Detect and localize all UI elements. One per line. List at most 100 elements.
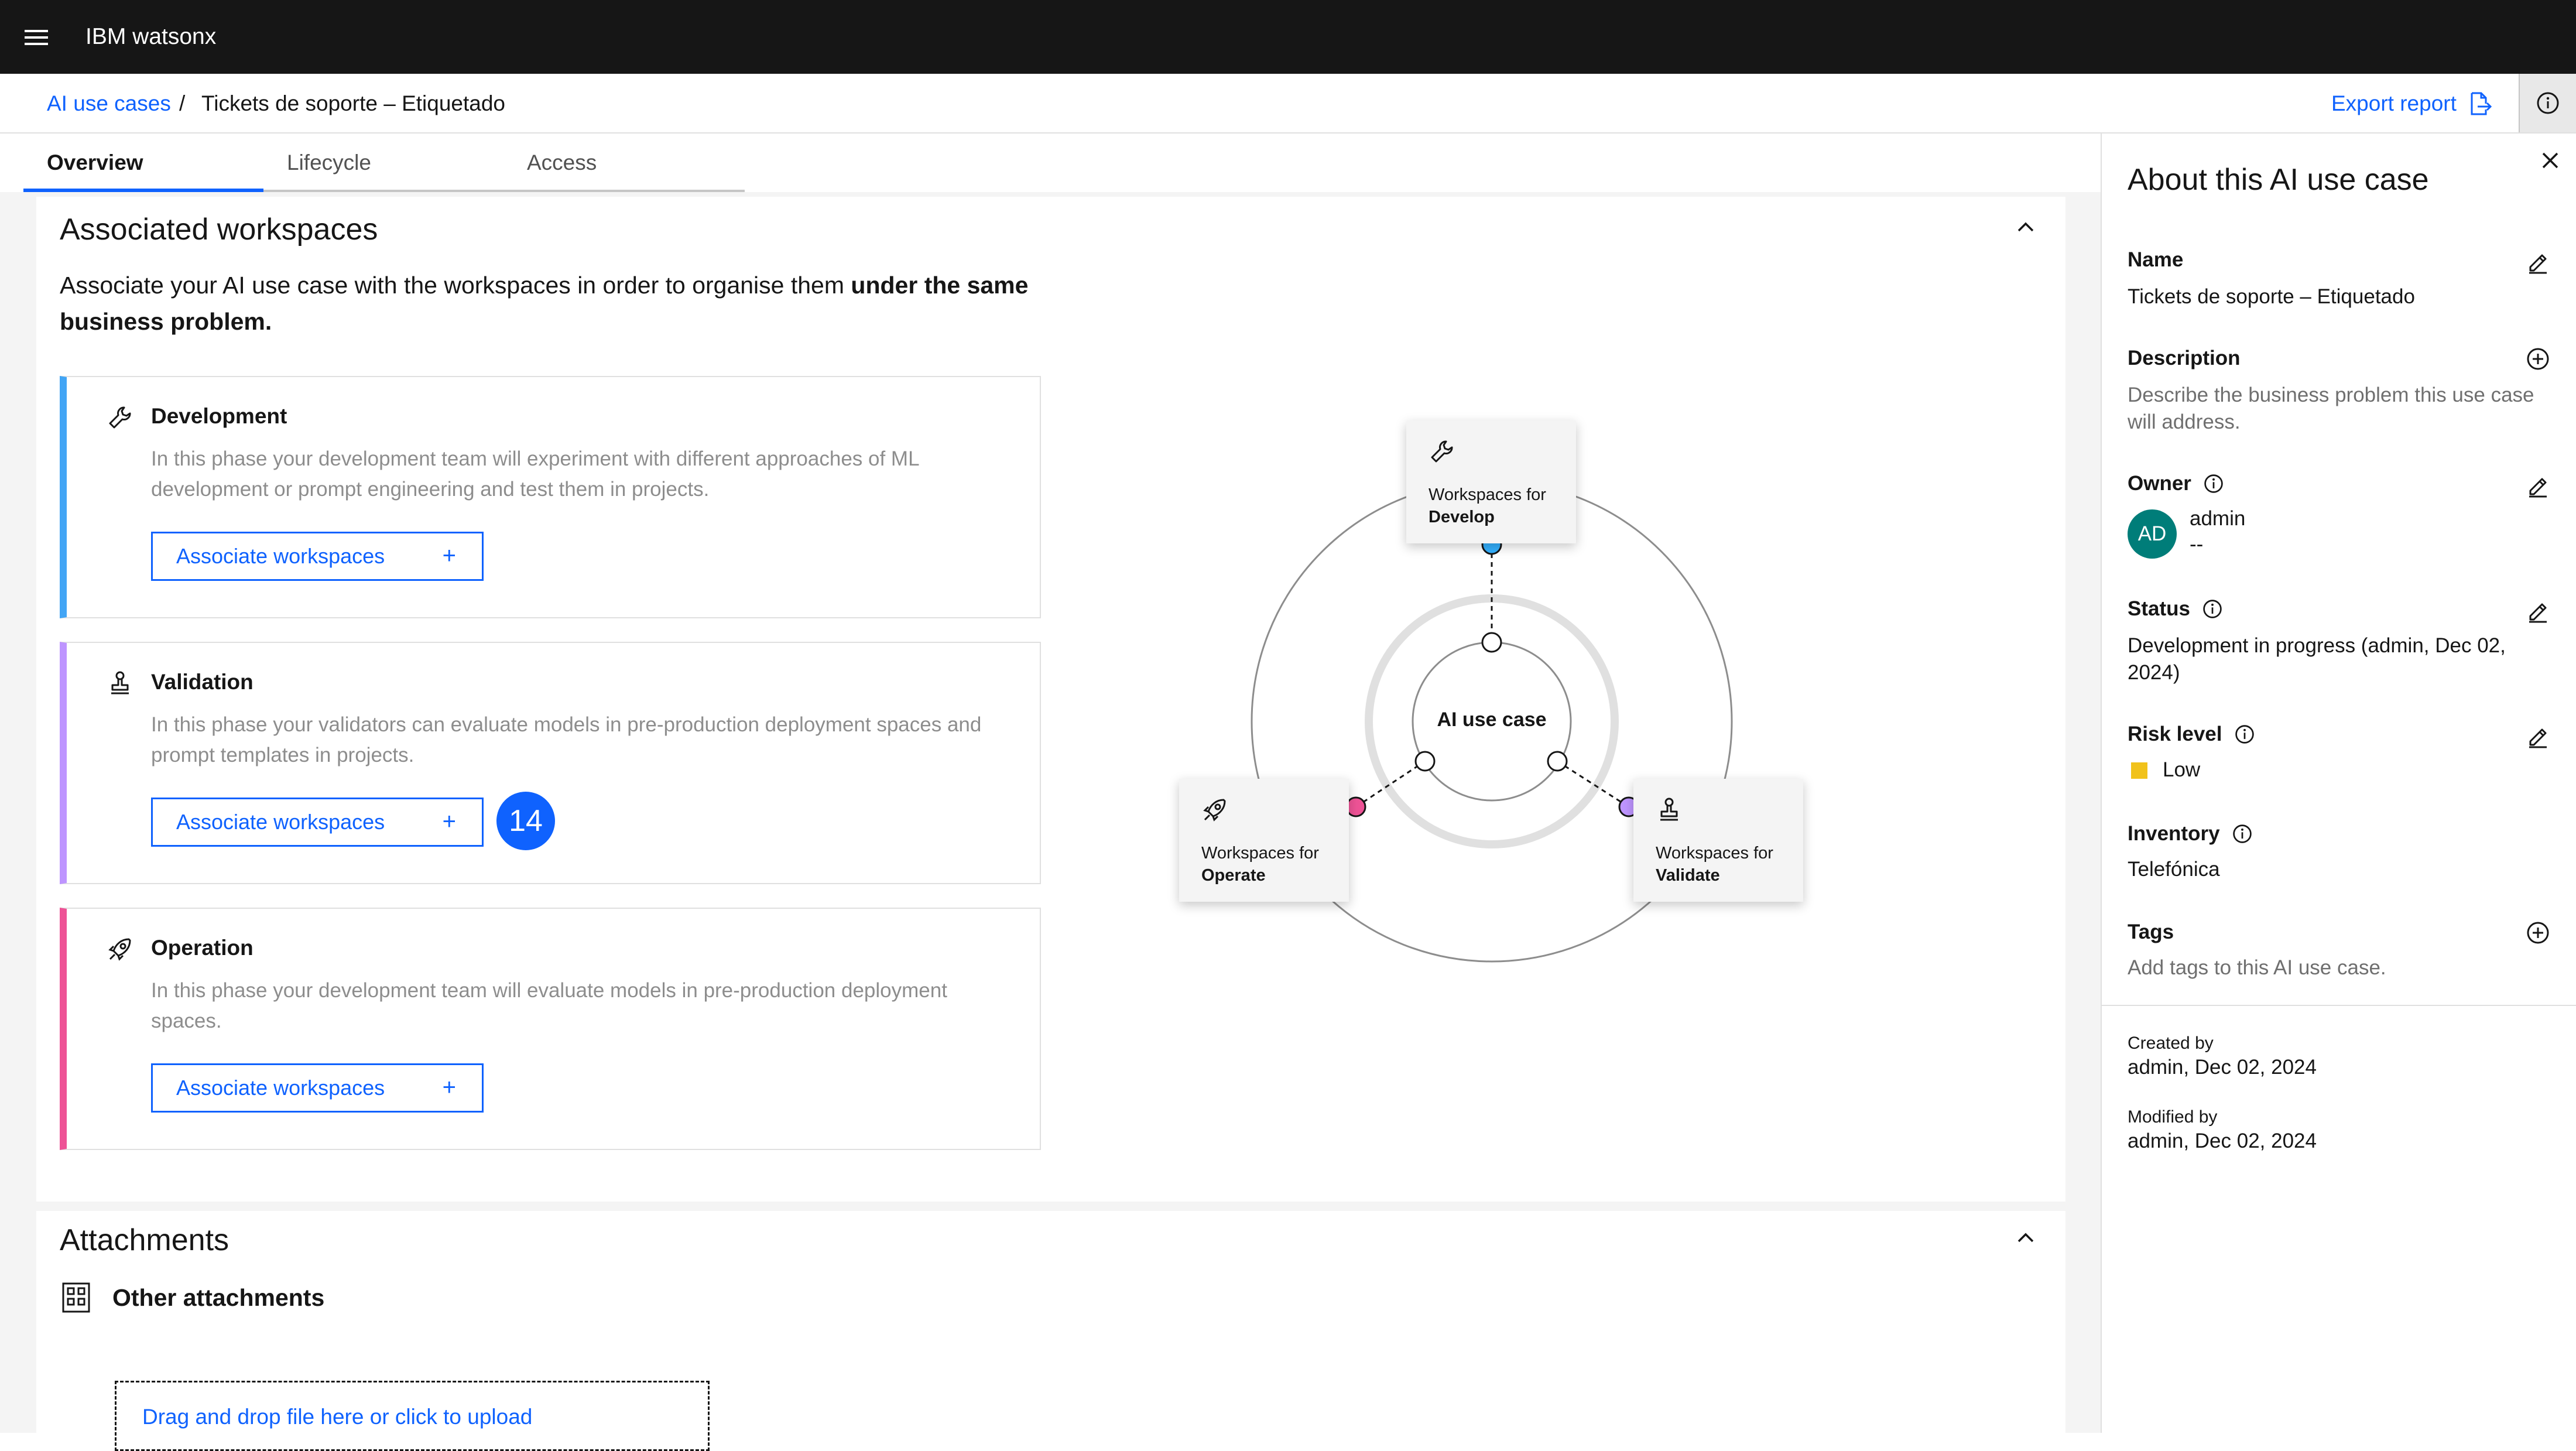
close-icon[interactable]: [2539, 149, 2562, 172]
top-navigation-bar: IBM watsonx: [0, 0, 2576, 74]
information-icon[interactable]: [2234, 724, 2255, 745]
created-by-value: admin, Dec 02, 2024: [2128, 1056, 2317, 1079]
plus-icon: +: [442, 543, 456, 569]
tab-list: Overview Lifecycle Access: [23, 134, 745, 192]
attachments-title: Attachments: [60, 1223, 229, 1257]
plus-icon: +: [442, 1074, 456, 1100]
information-icon[interactable]: [2203, 473, 2224, 494]
information-icon[interactable]: [2232, 823, 2253, 844]
plus-icon: +: [442, 809, 456, 834]
operate-card-prefix: Workspaces for: [1201, 844, 1319, 863]
risk-level-label: Risk level: [2128, 721, 2255, 747]
status-label: Status: [2128, 596, 2223, 622]
attachments-section: Attachments Other attachments Drag and d…: [36, 1211, 2065, 1451]
created-by-label: Created by: [2128, 1034, 2214, 1053]
edit-risk-level-icon[interactable]: [2526, 724, 2550, 748]
validate-workspaces-card: Workspaces for Validate: [1633, 779, 1803, 902]
intro-text-regular: Associate your AI use case with the work…: [60, 272, 851, 299]
breadcrumb-bar: AI use cases / Tickets de soporte – Etiq…: [0, 74, 2576, 134]
owner-name: admin: [2190, 507, 2246, 530]
ai-use-case-center-label: AI use case: [1437, 709, 1547, 731]
tags-label-text: Tags: [2128, 920, 2174, 943]
description-label-text: Description: [2128, 347, 2241, 369]
edit-owner-icon[interactable]: [2526, 473, 2550, 498]
operation-phase-card: Operation In this phase your development…: [60, 908, 1041, 1150]
inventory-value: Telefónica: [2128, 858, 2220, 881]
about-use-case-panel: About this AI use case Name Tickets de s…: [2101, 134, 2576, 1433]
export-icon: [2471, 92, 2492, 115]
owner-label: Owner: [2128, 471, 2224, 497]
information-icon[interactable]: [2202, 598, 2223, 620]
export-report-label: Export report: [2331, 91, 2457, 115]
operation-description: In this phase your development team will…: [151, 979, 947, 1032]
associate-workspaces-development-button[interactable]: Associate workspaces +: [151, 532, 484, 581]
development-description: In this phase your development team will…: [151, 447, 919, 501]
name-label-text: Name: [2128, 248, 2184, 271]
dropzone-label: Drag and drop file here or click to uplo…: [142, 1405, 533, 1429]
operation-title: Operation: [151, 936, 254, 960]
status-value: Development in progress (admin, Dec 02, …: [2128, 634, 2506, 684]
other-attachments-header: Other attachments: [60, 1281, 324, 1314]
rocket-icon: [108, 938, 131, 961]
file-dropzone[interactable]: Drag and drop file here or click to uplo…: [115, 1381, 710, 1451]
add-description-icon[interactable]: [2526, 347, 2550, 371]
validation-phase-card: Validation In this phase your validators…: [60, 642, 1041, 884]
inventory-label: Inventory: [2128, 821, 2253, 847]
status-label-text: Status: [2128, 597, 2190, 620]
other-attachments-title: Other attachments: [112, 1284, 325, 1311]
modified-by-label: Modified by: [2128, 1107, 2218, 1127]
validate-card-prefix: Workspaces for: [1656, 844, 1773, 863]
tags-value: Add tags to this AI use case.: [2128, 956, 2386, 979]
tags-label: Tags: [2128, 919, 2174, 945]
associate-button-label: Associate workspaces: [176, 1076, 385, 1100]
description-label: Description: [2128, 345, 2241, 371]
grid-document-icon: [62, 1282, 90, 1313]
breadcrumb-current: Tickets de soporte – Etiquetado: [201, 91, 505, 115]
step-number-badge: 14: [496, 792, 555, 850]
panel-divider: [2102, 1005, 2576, 1006]
modified-by-value: admin, Dec 02, 2024: [2128, 1130, 2317, 1152]
info-panel-toggle[interactable]: [2519, 74, 2576, 132]
name-value: Tickets de soporte – Etiquetado: [2128, 285, 2415, 308]
name-label: Name: [2128, 247, 2183, 273]
breadcrumb-ai-use-cases-link[interactable]: AI use cases: [47, 90, 171, 117]
edit-name-icon[interactable]: [2526, 249, 2550, 274]
develop-workspaces-card: Workspaces for Develop: [1406, 420, 1576, 543]
workspaces-intro-text: Associate your AI use case with the work…: [60, 267, 1043, 340]
owner-avatar: AD: [2128, 509, 2177, 559]
risk-level-label-text: Risk level: [2128, 723, 2222, 745]
development-title: Development: [151, 404, 287, 428]
validation-title: Validation: [151, 670, 254, 694]
wrench-icon: [1431, 440, 1453, 463]
lifecycle-diagram: AI use case Workspaces for Develop Works…: [1165, 410, 1832, 972]
owner-secondary: --: [2190, 533, 2204, 556]
tab-access[interactable]: Access: [503, 134, 745, 192]
development-phase-card: Development In this phase your developme…: [60, 376, 1041, 618]
risk-level-value: Low: [2163, 758, 2201, 781]
validation-description: In this phase your validators can evalua…: [151, 713, 982, 766]
chevron-up-icon[interactable]: [2013, 1225, 2039, 1251]
export-report-button[interactable]: Export report: [2331, 90, 2492, 117]
owner-label-text: Owner: [2128, 472, 2191, 495]
associate-button-label: Associate workspaces: [176, 810, 385, 834]
associate-workspaces-validation-button[interactable]: Associate workspaces +: [151, 798, 484, 847]
rocket-icon: [1203, 799, 1226, 822]
operate-workspaces-card: Workspaces for Operate: [1179, 779, 1349, 902]
add-tags-icon[interactable]: [2526, 920, 2550, 945]
tab-overview[interactable]: Overview: [23, 134, 263, 192]
associate-workspaces-operation-button[interactable]: Associate workspaces +: [151, 1063, 484, 1113]
information-icon: [2537, 92, 2559, 114]
description-value: Describe the business problem this use c…: [2128, 384, 2534, 433]
stamp-icon: [111, 671, 129, 694]
wrench-icon: [109, 406, 131, 429]
chevron-up-icon[interactable]: [2013, 214, 2039, 240]
develop-card-title: Develop: [1429, 508, 1495, 526]
product-name[interactable]: IBM watsonx: [85, 23, 216, 50]
tab-lifecycle[interactable]: Lifecycle: [263, 134, 503, 192]
develop-card-prefix: Workspaces for: [1429, 485, 1546, 504]
validate-card-title: Validate: [1656, 866, 1720, 885]
hamburger-menu-icon[interactable]: [18, 22, 55, 53]
edit-status-icon[interactable]: [2526, 598, 2550, 623]
stamp-icon: [1660, 798, 1678, 821]
breadcrumb-separator: /: [179, 91, 186, 115]
